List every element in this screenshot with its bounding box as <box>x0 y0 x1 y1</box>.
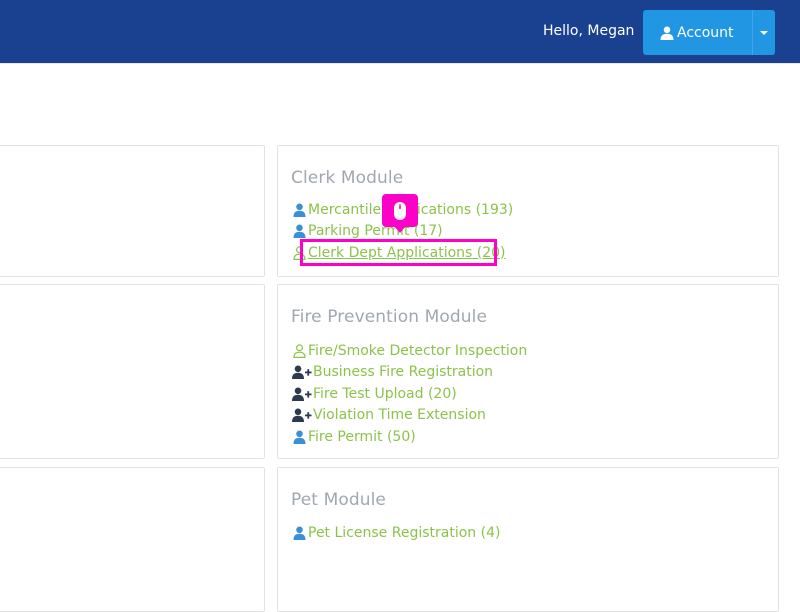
link-label: Parking Permit (17) <box>308 223 443 239</box>
account-dropdown-toggle[interactable] <box>752 10 775 55</box>
user-outline-icon <box>291 344 307 358</box>
mouse-icon <box>394 201 406 220</box>
link-pet-license-registration[interactable]: Pet License Registration (4) <box>291 523 500 543</box>
link-label: Fire Permit (50) <box>308 429 416 445</box>
top-navbar: Hello, Megan Account <box>0 0 800 63</box>
link-label: Pet License Registration (4) <box>308 525 501 541</box>
link-parking-permit[interactable]: Parking Permit (17) <box>291 221 443 241</box>
click-target-highlight <box>300 239 497 266</box>
link-label: Business Fire Registration <box>313 364 494 380</box>
left-panel-1 <box>0 145 265 277</box>
greeting-text: Hello, Megan <box>543 23 635 39</box>
fire-prevention-module-panel: Fire Prevention Module Fire/Smoke Detect… <box>277 284 779 459</box>
user-icon <box>291 526 307 540</box>
pet-module-panel: Pet Module Pet License Registration (4) <box>277 467 779 612</box>
user-icon <box>291 430 307 444</box>
mouse-click-indicator <box>382 194 418 233</box>
link-fire-smoke-detector-inspection[interactable]: Fire/Smoke Detector Inspection <box>291 341 527 361</box>
user-icon <box>291 203 307 217</box>
user-icon <box>291 224 307 238</box>
user-plus-icon <box>291 387 312 401</box>
link-violation-time-extension[interactable]: Violation Time Extension <box>291 405 486 425</box>
account-button-group[interactable]: Account <box>643 10 775 55</box>
link-label: Violation Time Extension <box>313 407 486 423</box>
link-fire-permit[interactable]: Fire Permit (50) <box>291 427 416 447</box>
user-plus-icon <box>291 408 312 422</box>
fire-prevention-module-title: Fire Prevention Module <box>291 307 488 327</box>
link-label: Fire Test Upload (20) <box>313 386 457 402</box>
pet-module-title: Pet Module <box>291 490 386 510</box>
clerk-module-title: Clerk Module <box>291 168 404 188</box>
link-fire-test-upload[interactable]: Fire Test Upload (20) <box>291 384 457 404</box>
link-label: Fire/Smoke Detector Inspection <box>308 343 528 359</box>
account-label: Account <box>677 24 734 41</box>
user-plus-icon <box>291 365 312 379</box>
left-panel-2 <box>0 284 265 459</box>
caret-down-icon <box>760 30 769 35</box>
left-panel-3 <box>0 467 265 612</box>
link-business-fire-registration[interactable]: Business Fire Registration <box>291 362 493 382</box>
user-icon <box>660 26 674 40</box>
header-divider <box>0 63 800 64</box>
account-button[interactable]: Account <box>643 10 752 55</box>
